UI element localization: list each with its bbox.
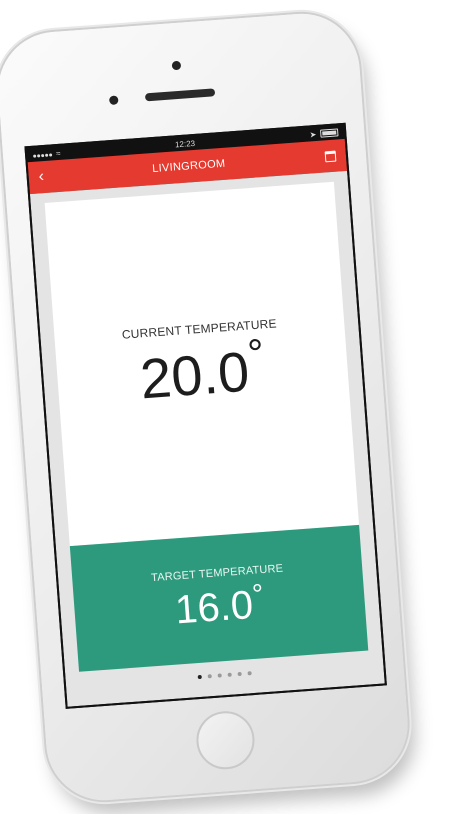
front-camera [171, 60, 182, 71]
phone-body: ≈ 12:23 ➤ ‹ LIVINGROOM CURRENT TEMPERATU… [0, 9, 412, 805]
current-temperature-value: 20.0° [137, 331, 267, 411]
proximity-sensor [108, 95, 119, 106]
page-dot[interactable] [197, 674, 202, 680]
target-temperature-unit: ° [251, 577, 265, 610]
product-shot: ≈ 12:23 ➤ ‹ LIVINGROOM CURRENT TEMPERATU… [0, 0, 465, 814]
page-dot[interactable] [247, 671, 252, 676]
status-right: ➤ [309, 128, 339, 139]
target-temperature-number: 16.0 [173, 582, 255, 633]
target-temperature-label: TARGET TEMPERATURE [150, 562, 284, 584]
battery-icon [320, 128, 339, 138]
page-dot[interactable] [227, 672, 232, 677]
back-chevron-icon[interactable]: ‹ [38, 167, 53, 186]
page-dot[interactable] [237, 671, 242, 677]
current-temperature-unit: ° [246, 330, 266, 377]
target-temperature-card[interactable]: TARGET TEMPERATURE 16.0° [69, 524, 369, 672]
status-time: 12:23 [174, 138, 196, 149]
current-temperature-card: CURRENT TEMPERATURE 20.0° [44, 181, 360, 547]
location-icon: ➤ [309, 129, 317, 139]
current-temperature-number: 20.0 [137, 339, 252, 410]
nav-title: LIVINGROOM [151, 157, 226, 176]
main-content: CURRENT TEMPERATURE 20.0° TARGET TEMPERA… [29, 170, 385, 707]
home-button[interactable] [194, 709, 257, 772]
calendar-icon[interactable] [324, 150, 337, 162]
page-dot[interactable] [207, 674, 212, 679]
phone-screen: ≈ 12:23 ➤ ‹ LIVINGROOM CURRENT TEMPERATU… [24, 122, 387, 709]
page-dot[interactable] [217, 673, 222, 678]
earpiece-speaker [144, 88, 216, 102]
signal-icon [33, 149, 54, 159]
wifi-icon: ≈ [55, 148, 61, 158]
target-temperature-value: 16.0° [173, 578, 266, 633]
status-left: ≈ [33, 148, 61, 159]
